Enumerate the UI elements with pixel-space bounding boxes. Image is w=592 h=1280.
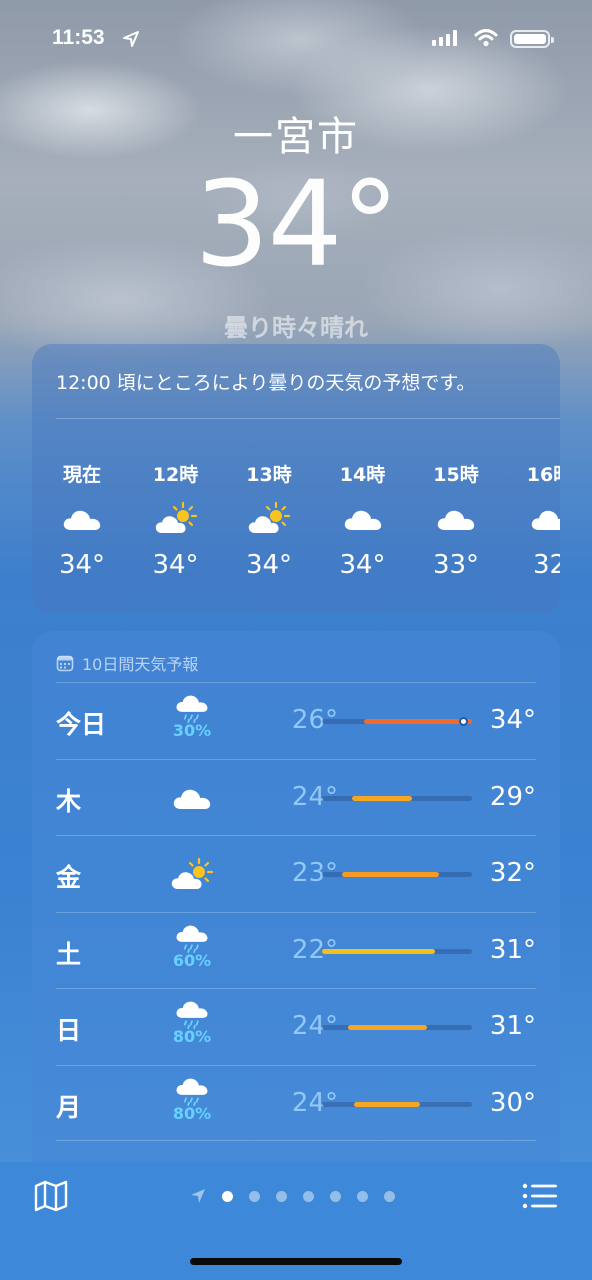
precipitation-chance: 80% [172, 1103, 212, 1123]
wifi-icon [474, 29, 498, 47]
page-dot[interactable] [222, 1190, 233, 1202]
temperature-range-bar [322, 1025, 472, 1030]
daily-row[interactable]: 木 24° 29° [56, 758, 536, 835]
hourly-temperature: 32 [532, 550, 560, 580]
rain-cloud-icon: 80% [162, 1070, 222, 1130]
temperature-range-fill [353, 1101, 420, 1107]
sun-cloud-icon [162, 844, 222, 904]
rain-cloud-icon: 80% [162, 993, 222, 1053]
page-dot[interactable] [249, 1190, 260, 1202]
hourly-time: 13時 [246, 464, 292, 486]
day-name: 金 [56, 863, 82, 892]
location-arrow-icon [123, 31, 139, 47]
cloud-icon [510, 488, 560, 548]
daily-row[interactable]: 土 60% 22° 31° [56, 911, 536, 988]
temperature-range-bar [322, 948, 472, 954]
temperature-range-fill [352, 795, 412, 801]
high-temperature: 31° [489, 934, 536, 965]
precipitation-chance: 60% [172, 950, 212, 970]
daily-row[interactable]: 金 23° 32° [56, 835, 536, 911]
high-temperature: 32° [489, 858, 536, 888]
high-temperature: 31° [489, 1011, 536, 1041]
temperature-range-bar [322, 795, 472, 801]
temperature-range-bar [322, 872, 472, 877]
hourly-item: 16時 32 [510, 460, 560, 580]
cellular-signal-icon [432, 30, 457, 46]
sun-cloud-icon [229, 488, 309, 548]
hourly-temperature: 33° [432, 550, 480, 580]
day-name: 月 [56, 1092, 82, 1122]
bottom-toolbar [0, 1162, 592, 1280]
current-temp-marker [459, 717, 468, 726]
hourly-time: 14時 [339, 464, 386, 486]
temperature-range-bar [322, 1101, 472, 1107]
hourly-item: 14時 34° [323, 460, 403, 580]
list-icon[interactable] [522, 1182, 558, 1210]
daily-forecast-label: 10日間天気予報 [82, 655, 199, 674]
daily-row[interactable]: 月 80% 24° 30° [56, 1064, 536, 1141]
daily-forecast-card[interactable]: 10日間天気予報 今日 30% 26° 34° 木 24° 29° 金 23° 32° 土 60% 22… [32, 631, 560, 1191]
temperature-range-bar [322, 717, 472, 726]
hourly-forecast-card[interactable]: 12:00 頃にところにより曇りの天気の予想です。 現在 34° 12時 34° 13時… [32, 344, 560, 614]
cloud-icon [162, 768, 222, 828]
cloud-icon [323, 488, 403, 548]
day-name: 木 [56, 786, 82, 816]
temperature-range-fill [364, 719, 472, 724]
hourly-summary: 12:00 頃にところにより曇りの天気の予想です。 [56, 372, 476, 394]
page-dot[interactable] [303, 1190, 314, 1202]
battery-icon [510, 30, 554, 48]
daily-row[interactable]: 今日 30% 26° 34° [56, 682, 536, 758]
page-dot[interactable] [330, 1190, 341, 1202]
high-temperature: 30° [489, 1087, 536, 1118]
hourly-item: 13時 34° [229, 460, 309, 580]
rain-cloud-icon: 60% [162, 917, 222, 977]
high-temperature: 34° [489, 705, 536, 735]
day-name: 日 [56, 1016, 82, 1045]
page-indicator[interactable] [190, 1188, 395, 1204]
divider [56, 418, 560, 419]
rain-cloud-icon: 30% [162, 687, 222, 747]
map-icon[interactable] [34, 1180, 68, 1212]
status-bar: 11:53 [0, 24, 592, 56]
daily-row[interactable]: 日 80% 24° 31° [56, 988, 536, 1064]
city-name: 一宮市 [233, 114, 359, 160]
cloud-icon [42, 488, 122, 548]
location-arrow-icon [191, 1189, 205, 1203]
hourly-time: 16時 [526, 464, 560, 486]
hourly-item: 12時 34° [136, 460, 216, 580]
hourly-time: 現在 [62, 464, 101, 486]
current-temperature: 34° [194, 155, 399, 293]
sun-cloud-icon [136, 488, 216, 548]
hourly-item: 現在 34° [42, 460, 122, 580]
calendar-icon [56, 655, 74, 672]
hourly-temperature: 34° [58, 550, 106, 580]
precipitation-chance: 30% [172, 721, 212, 740]
current-condition: 曇り時々晴れ [224, 314, 368, 342]
day-name: 今日 [56, 710, 107, 739]
home-indicator[interactable] [190, 1258, 402, 1265]
daily-forecast-title: 10日間天気予報 [56, 651, 198, 675]
page-dot[interactable] [357, 1190, 368, 1202]
hourly-temperature: 34° [245, 550, 293, 580]
temperature-range-fill [341, 872, 439, 877]
page-dot[interactable] [384, 1190, 395, 1202]
hourly-temperature: 34° [339, 550, 386, 580]
cloud-icon [416, 488, 496, 548]
hourly-time: 15時 [433, 464, 479, 486]
temperature-range-fill [347, 1025, 427, 1030]
status-time: 11:53 [52, 26, 105, 49]
high-temperature: 29° [489, 781, 536, 812]
temperature-range-fill [322, 948, 435, 954]
hourly-temperature: 34° [152, 550, 199, 580]
hourly-item: 15時 33° [416, 460, 496, 580]
hourly-time: 12時 [152, 464, 199, 486]
precipitation-chance: 80% [172, 1027, 212, 1046]
page-dot[interactable] [276, 1190, 287, 1202]
day-name: 土 [56, 939, 82, 969]
